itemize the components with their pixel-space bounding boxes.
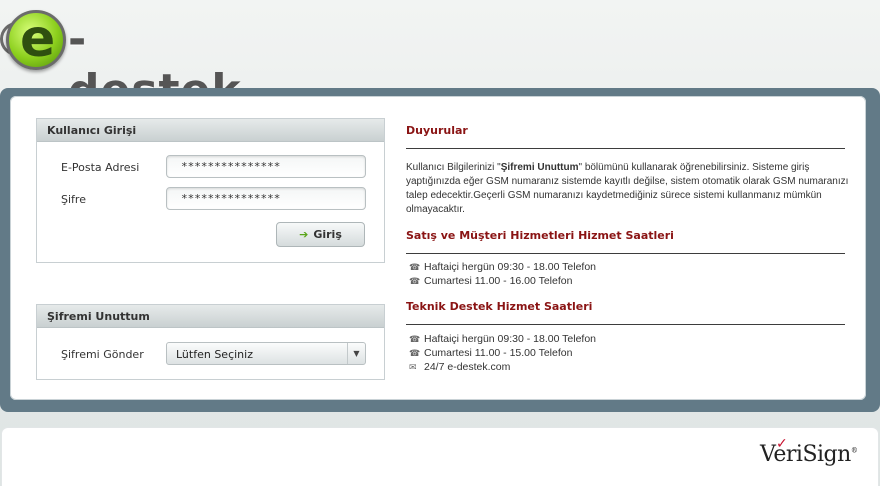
password-field[interactable]: *************** — [166, 187, 366, 210]
footer — [2, 428, 878, 486]
email-field[interactable]: *************** — [166, 155, 366, 178]
chevron-down-icon[interactable]: ▼ — [347, 343, 365, 364]
divider — [406, 324, 845, 325]
phone-icon: ☎ — [409, 348, 421, 358]
e-destek-logo: e -destek — [0, 6, 241, 116]
select-value: Lütfen Seçiniz — [176, 348, 253, 361]
logo-e-badge: e — [6, 10, 66, 70]
announcement-text: Kullanıcı Bilgilerinizi "Şifremi Unuttum… — [406, 162, 849, 215]
login-button-label: Giriş — [313, 228, 342, 241]
list-item: ☎ Cumartesi 11.00 - 15.00 Telefon — [409, 347, 573, 359]
phone-icon: ☎ — [409, 262, 421, 272]
forgot-box-title: Şifremi Unuttum — [37, 305, 384, 328]
list-item: ✉ 24/7 e-destek.com — [409, 361, 511, 373]
send-method-select[interactable]: Lütfen Seçiniz ▼ — [166, 342, 366, 365]
verisign-logo[interactable]: VeriSign® — [760, 442, 858, 467]
arrow-right-icon: ➔ — [299, 228, 309, 241]
phone-icon: ☎ — [409, 334, 421, 344]
login-button[interactable]: ➔ Giriş — [276, 222, 365, 247]
list-item: ☎ Haftaiçi hergün 09:30 - 18.00 Telefon — [409, 333, 597, 345]
phone-icon: ☎ — [409, 276, 421, 286]
tech-hours-heading: Teknik Destek Hizmet Saatleri — [406, 300, 593, 313]
password-label: Şifre — [61, 193, 86, 206]
sales-hours-heading: Satış ve Müşteri Hizmetleri Hizmet Saatl… — [406, 229, 674, 242]
announcements-heading: Duyurular — [406, 124, 468, 137]
list-item: ☎ Haftaiçi hergün 09:30 - 18.00 Telefon — [409, 261, 597, 273]
email-label: E-Posta Adresi — [61, 161, 140, 174]
divider — [406, 253, 845, 254]
divider — [406, 148, 845, 149]
login-box-title: Kullanıcı Girişi — [37, 119, 384, 142]
send-password-label: Şifremi Gönder — [61, 348, 144, 361]
list-item: ☎ Cumartesi 11.00 - 16.00 Telefon — [409, 275, 573, 287]
mail-icon: ✉ — [409, 362, 417, 372]
